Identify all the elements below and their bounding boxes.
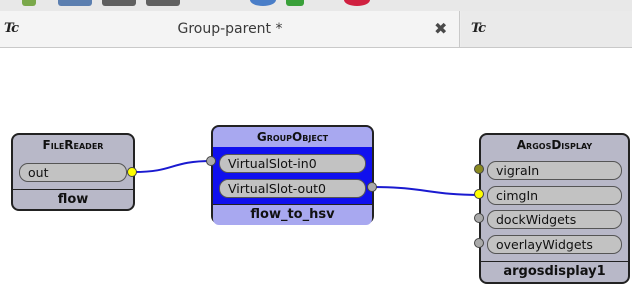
port-dockwidgets[interactable]: dockWidgets: [487, 210, 622, 229]
port-cimgin[interactable]: cimgIn: [487, 186, 622, 205]
node-label: flow_to_hsv: [213, 204, 372, 225]
node-title: FileReader: [42, 138, 104, 152]
port-dot-overlaywidgets[interactable]: [474, 238, 484, 248]
port-overlaywidgets[interactable]: overlayWidgets: [487, 235, 622, 254]
node-groupobject[interactable]: GroupObject VirtualSlot-in0 VirtualSlot-…: [211, 125, 374, 225]
node-title: GroupObject: [213, 127, 372, 147]
wire-filereader-to-group: [133, 160, 213, 173]
port-dot-vigrain[interactable]: [474, 164, 484, 174]
port-dot-virtualslot-in0[interactable]: [206, 156, 216, 166]
port-dot-virtualslot-out0[interactable]: [367, 182, 377, 192]
node-title: ArgosDisplay: [516, 138, 593, 152]
node-label: argosdisplay1: [481, 261, 628, 282]
port-dot-out[interactable]: [127, 167, 137, 177]
node-label: flow: [13, 189, 133, 210]
node-filereader[interactable]: FileReader out flow: [11, 133, 135, 211]
port-virtualslot-out0[interactable]: VirtualSlot-out0: [219, 179, 366, 198]
node-argosdisplay[interactable]: ArgosDisplay vigraIn cimgIn dockWidgets …: [479, 133, 630, 284]
port-virtualslot-in0[interactable]: VirtualSlot-in0: [219, 154, 366, 173]
port-out[interactable]: out: [19, 163, 127, 182]
port-dot-dockwidgets[interactable]: [474, 213, 484, 223]
wire-group-to-argos: [371, 186, 481, 196]
port-dot-cimgin[interactable]: [474, 189, 484, 199]
port-vigrain[interactable]: vigraIn: [487, 161, 622, 180]
